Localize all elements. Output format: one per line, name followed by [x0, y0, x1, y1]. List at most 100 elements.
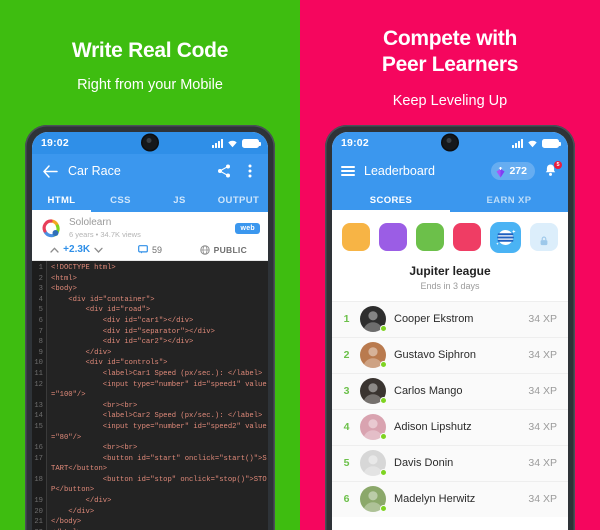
code-line: </div>: [51, 348, 112, 357]
online-status-dot: [380, 397, 387, 404]
line-number: 16: [34, 444, 43, 453]
code-line: <html>: [51, 274, 77, 283]
avatar[interactable]: [360, 306, 387, 332]
xp-value: 34 XP: [528, 313, 557, 325]
line-number: 13: [34, 401, 43, 410]
line-number: 12: [34, 380, 43, 389]
code-text[interactable]: <!DOCTYPE html> <html> <body> <div id="con…: [47, 261, 268, 530]
more-vertical-icon[interactable]: [242, 163, 258, 179]
user-name: Carlos Mango: [394, 385, 463, 397]
visibility-control[interactable]: PUBLIC: [187, 245, 260, 255]
battery-full-icon: [542, 138, 561, 148]
comments-control[interactable]: 59: [113, 245, 186, 255]
notification-badge: 5: [554, 161, 562, 169]
leaderboard-row[interactable]: 6 Madelyn Herwitz 34 XP: [332, 480, 568, 517]
camera-notch-icon: [142, 135, 158, 150]
line-number: 9: [38, 348, 43, 357]
code-info-bar: Sololearn 6 years • 34.7K views web +2.3…: [32, 212, 268, 261]
leaderboard-tabs: SCORES EARN XP: [332, 188, 568, 212]
promo-text-left: Write Real Code Right from your Mobile: [0, 0, 300, 95]
comment-icon: [138, 245, 148, 254]
league-tile-pink-league[interactable]: [453, 223, 481, 251]
leaderboard-row[interactable]: 1 Cooper Ekstrom 34 XP: [332, 300, 568, 337]
hamburger-menu-icon[interactable]: [341, 165, 355, 177]
code-line: <label>Car1 Speed (px/sec.): </label>: [51, 369, 263, 378]
author-stats: 6 years • 34.7K views: [69, 230, 141, 239]
rank-number: 4: [343, 421, 350, 433]
league-tile-purple-league[interactable]: [379, 223, 407, 251]
sololearn-logo-icon: [40, 218, 62, 240]
back-arrow-icon[interactable]: [42, 163, 58, 179]
tab-css[interactable]: CSS: [91, 188, 150, 212]
avatar[interactable]: [360, 450, 387, 476]
avatar[interactable]: [360, 378, 387, 404]
line-number: 8: [38, 338, 43, 347]
league-card: Jupiter league Ends in 3 days: [332, 212, 568, 301]
rank-number: 5: [343, 457, 350, 469]
line-number: 19: [34, 497, 43, 506]
promo-subtitle-right: Keep Leveling Up: [392, 93, 508, 109]
wifi-icon: [228, 140, 237, 147]
code-line: <!DOCTYPE html>: [51, 264, 116, 272]
code-stats-row: +2.3K 59 PUBLIC: [40, 240, 260, 260]
jupiter-planet-icon: [496, 229, 516, 245]
line-number: 10: [34, 359, 43, 368]
code-editor-area[interactable]: 12345678910111213141516171819202122 <!DO…: [32, 261, 268, 530]
gem-counter[interactable]: 272: [491, 162, 535, 180]
league-name: Jupiter league: [409, 263, 491, 278]
chevron-up-icon[interactable]: [50, 246, 59, 253]
lock-icon: [540, 233, 548, 246]
tab-js[interactable]: JS: [150, 188, 209, 212]
xp-value: 34 XP: [528, 421, 557, 433]
line-number: 14: [34, 412, 43, 421]
gem-icon: [495, 166, 506, 177]
tab-scores[interactable]: SCORES: [332, 188, 450, 212]
league-tile-green-league[interactable]: [416, 223, 444, 251]
status-bar-right: 19:02: [332, 132, 568, 154]
code-line: <br><br>: [51, 444, 138, 453]
line-number: 1: [38, 264, 43, 272]
tab-output[interactable]: OUTPUT: [209, 188, 268, 212]
leaderboard-row[interactable]: 4 Adison Lipshutz 34 XP: [332, 408, 568, 445]
status-time-right: 19:02: [341, 137, 369, 149]
leaderboard-list[interactable]: 1 Cooper Ekstrom 34 XP 2 Gustavo Siphron 34 X…: [332, 300, 568, 517]
xp-value: 34 XP: [528, 493, 557, 505]
line-number: 15: [34, 422, 43, 431]
chevron-down-icon[interactable]: [94, 247, 103, 253]
line-number: 4: [38, 295, 43, 304]
line-number-gutter: 12345678910111213141516171819202122: [32, 261, 47, 530]
leaderboard-row[interactable]: 2 Gustavo Siphron 34 XP: [332, 336, 568, 373]
leaderboard-row[interactable]: 3 Carlos Mango 34 XP: [332, 372, 568, 409]
league-tile-orange-league[interactable]: [342, 223, 370, 251]
league-tile-jupiter-league[interactable]: [490, 221, 521, 253]
league-tile-locked-league[interactable]: [530, 223, 558, 251]
tab-earn-xp[interactable]: EARN XP: [450, 188, 568, 212]
promo-title-right-line1: Compete with: [382, 27, 518, 50]
league-tiles: [342, 221, 558, 253]
share-icon[interactable]: [216, 163, 232, 179]
line-number: 21: [34, 518, 43, 527]
line-number: 11: [34, 369, 43, 378]
phone-mockup-right: 19:02 Leaderboard 272 5 SCORES EARN XP J…: [325, 125, 575, 530]
avatar[interactable]: [360, 486, 387, 512]
code-line: </div>: [51, 497, 112, 506]
vote-count: +2.3K: [63, 244, 91, 255]
code-line: <input type="number" id="speed1" value="…: [51, 380, 267, 400]
line-number: 5: [38, 306, 43, 315]
user-name: Cooper Ekstrom: [394, 313, 474, 325]
notification-bell[interactable]: 5: [544, 161, 562, 179]
vote-control[interactable]: +2.3K: [40, 244, 113, 255]
author-name: Sololearn: [69, 217, 112, 228]
leaderboard-row[interactable]: 5 Davis Donin 34 XP: [332, 444, 568, 481]
phone-screen-left: 19:02 Car Race HTML CSS JS OUTPUT Solole…: [32, 132, 268, 530]
user-name: Adison Lipshutz: [394, 421, 472, 433]
phone-screen-right: 19:02 Leaderboard 272 5 SCORES EARN XP J…: [332, 132, 568, 530]
gem-count: 272: [509, 165, 527, 177]
xp-value: 34 XP: [528, 385, 557, 397]
promo-panel-left: Write Real Code Right from your Mobile 1…: [0, 0, 300, 530]
avatar[interactable]: [360, 414, 387, 440]
avatar[interactable]: [360, 342, 387, 368]
tab-html[interactable]: HTML: [32, 188, 91, 212]
online-status-dot: [380, 361, 387, 368]
code-author-row: Sololearn 6 years • 34.7K views web: [40, 217, 260, 240]
